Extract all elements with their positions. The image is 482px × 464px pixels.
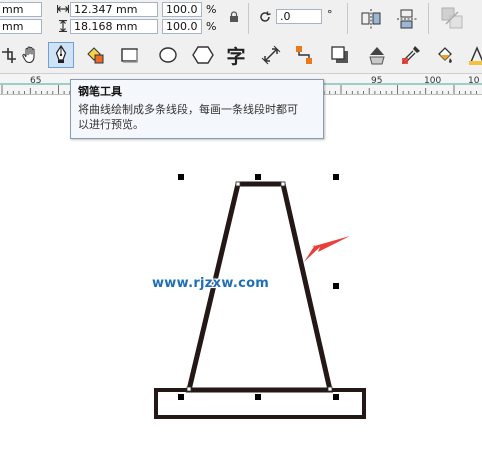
connector-tool[interactable] xyxy=(291,42,317,68)
property-bar: mm mm 12.347 mm 18.168 mm 100.0 100.0 % … xyxy=(0,0,482,39)
separator xyxy=(248,3,249,34)
ruler-label: 10 xyxy=(468,76,480,86)
pen-tool[interactable] xyxy=(48,42,74,68)
separator xyxy=(428,3,429,34)
outline-tool[interactable] xyxy=(464,42,482,68)
polygon-tool[interactable] xyxy=(190,42,216,68)
scale-y-field[interactable]: 100.0 xyxy=(162,19,202,34)
tooltip-line-1: 将曲线绘制成多条线段，每画一条线段时都可 xyxy=(78,103,298,116)
smart-fill-tool[interactable] xyxy=(82,42,108,68)
scale-x-field[interactable]: 100.0 xyxy=(162,2,202,17)
scale-x-percent: % xyxy=(206,3,217,16)
rotation-angle-field[interactable]: .0 xyxy=(276,9,322,24)
tooltip-title: 钢笔工具 xyxy=(78,85,122,98)
transparency-tool[interactable] xyxy=(364,42,390,68)
ruler-label: 65 xyxy=(30,76,42,86)
watermark-text: www.rjzxw.com xyxy=(152,276,270,291)
ruler-label: 95 xyxy=(371,76,383,86)
scale-y-percent: % xyxy=(206,20,217,33)
object-height-field[interactable]: 18.168 mm xyxy=(70,19,158,34)
separator xyxy=(347,3,348,34)
object-width-field[interactable]: 12.347 mm xyxy=(70,2,158,17)
degree-symbol: ° xyxy=(327,8,333,21)
text-tool[interactable]: 字 xyxy=(223,42,249,68)
dimension-tool[interactable] xyxy=(258,42,284,68)
transform-disabled-icon[interactable] xyxy=(440,6,464,33)
drop-shadow-tool[interactable] xyxy=(327,42,353,68)
drawing-canvas[interactable]: www.rjzxw.com xyxy=(0,95,482,464)
interactive-fill-tool[interactable] xyxy=(432,42,458,68)
rotate-icon xyxy=(258,10,272,27)
mirror-horizontal-icon[interactable] xyxy=(360,8,382,33)
red-arrow-annotation xyxy=(304,236,350,262)
rectangle-tool[interactable] xyxy=(117,42,143,68)
pan-tool[interactable] xyxy=(17,42,43,68)
mirror-vertical-icon[interactable] xyxy=(396,8,418,33)
ruler-label: 100 xyxy=(424,76,442,86)
tooltip-line-2: 以进行预览。 xyxy=(78,118,144,131)
pen-tool-tooltip: 钢笔工具 将曲线绘制成多条线段，每画一条线段时都可 以进行预览。 xyxy=(70,79,324,139)
lock-ratio-icon[interactable] xyxy=(229,11,239,26)
ellipse-tool[interactable] xyxy=(155,42,181,68)
height-icon xyxy=(57,19,69,35)
toolbox: 字 xyxy=(0,38,482,74)
position-y-field[interactable]: mm xyxy=(0,19,42,34)
width-icon xyxy=(56,3,70,18)
position-x-field[interactable]: mm xyxy=(0,2,42,17)
eyedropper-tool[interactable] xyxy=(398,42,424,68)
tooltip-description: 将曲线绘制成多条线段，每画一条线段时都可 以进行预览。 xyxy=(78,102,316,132)
